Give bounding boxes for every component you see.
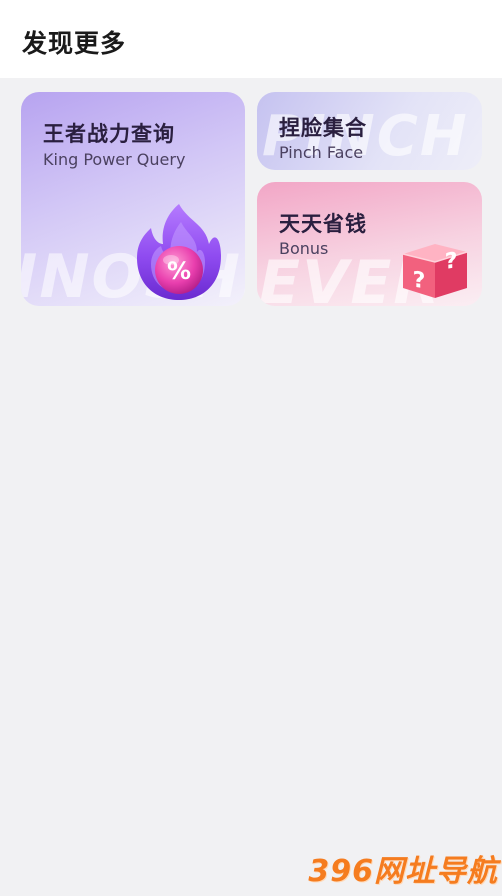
mystery-box-icon: ? ? <box>402 244 468 298</box>
flame-percent-icon: % <box>137 204 221 300</box>
card-subtitle: Pinch Face <box>279 143 364 162</box>
card-title: 王者战力查询 <box>43 122 175 146</box>
card-title: 天天省钱 <box>279 212 367 236</box>
svg-text:%: % <box>167 257 191 285</box>
site-watermark: 396网址导航 <box>308 854 498 889</box>
page-title: 发现更多 <box>22 29 127 58</box>
card-pinch-face[interactable]: PINCH 捏脸集合 Pinch Face <box>257 92 482 170</box>
svg-text:?: ? <box>445 247 458 275</box>
card-subtitle: Bonus <box>279 239 329 258</box>
card-title: 捏脸集合 <box>279 116 367 140</box>
card-subtitle: King Power Query <box>43 150 186 169</box>
svg-text:?: ? <box>413 267 426 295</box>
card-king-power-query[interactable]: INOSHEVEN 王者战力查询 King Power Query % <box>21 92 245 306</box>
card-bonus[interactable]: EVER 天天省钱 Bonus ? ? <box>257 182 482 306</box>
header-bar: 发现更多 <box>0 0 502 78</box>
